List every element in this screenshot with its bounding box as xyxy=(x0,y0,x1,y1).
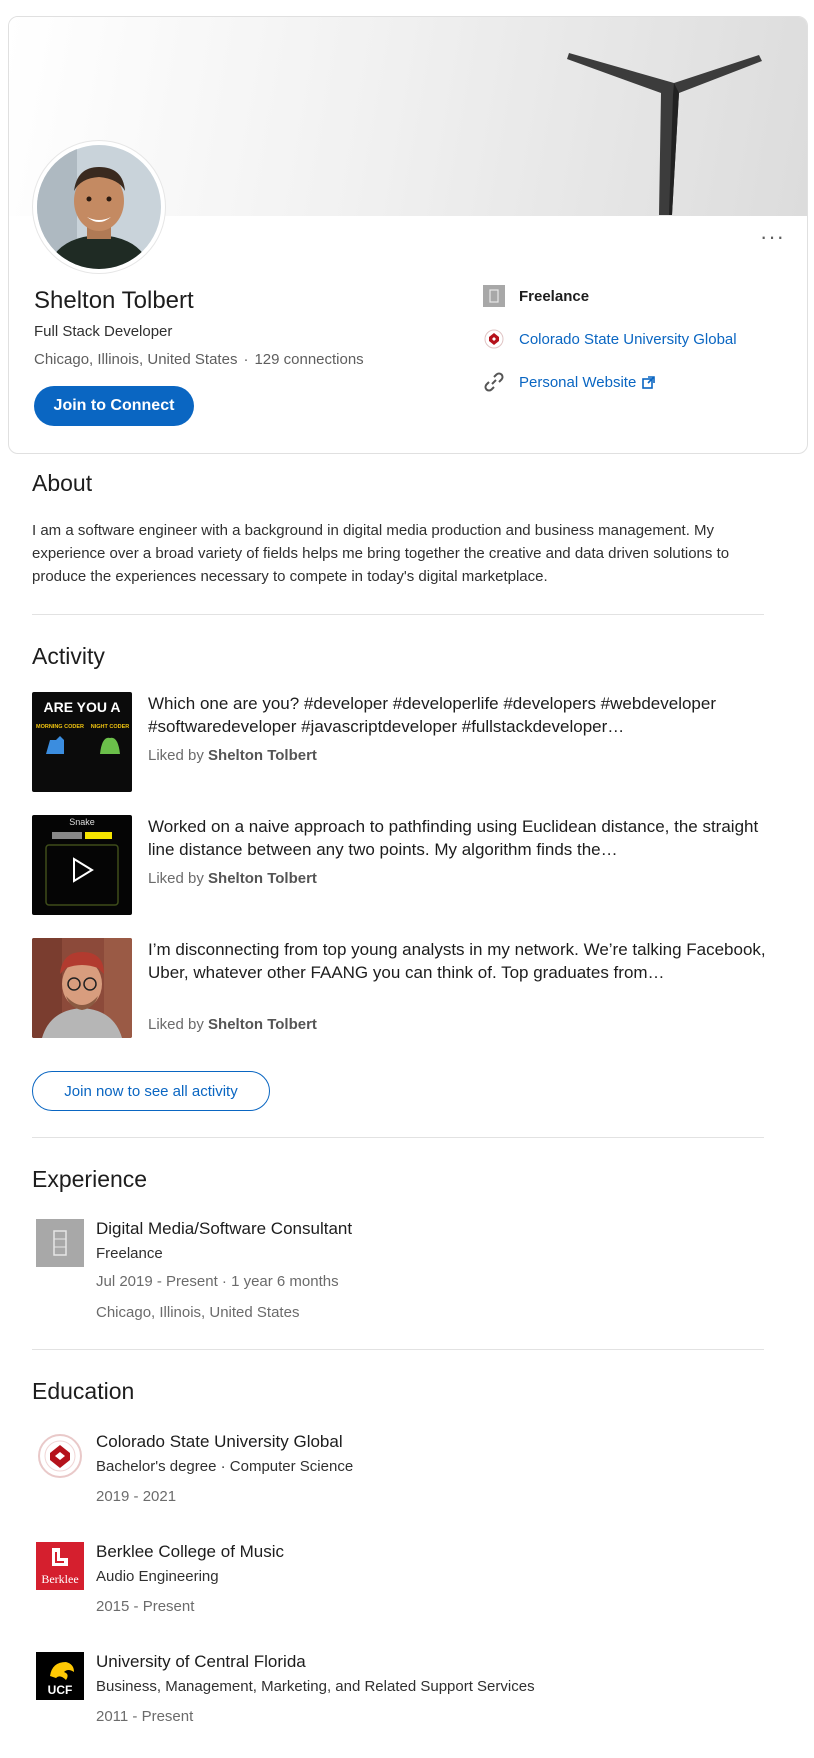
activity-thumbnail: ARE YOU A MORNING CODER NIGHT CODER xyxy=(32,692,132,792)
experience-heading: Experience xyxy=(32,1166,148,1192)
experience-dates: Jul 2019 - Present · 1 year 6 months xyxy=(96,1273,339,1290)
thumbnail-label-left: MORNING CODER xyxy=(36,724,84,730)
education-school[interactable]: Colorado State University Global xyxy=(96,1432,343,1452)
experience-title[interactable]: Digital Media/Software Consultant xyxy=(96,1219,352,1239)
education-school[interactable]: University of Central Florida xyxy=(96,1652,306,1672)
join-to-connect-button[interactable]: Join to Connect xyxy=(34,386,194,426)
current-company: Freelance xyxy=(519,287,590,305)
education-degree: Business, Management, Marketing, and Rel… xyxy=(96,1678,535,1695)
more-options-button[interactable]: ··· xyxy=(760,226,785,248)
separator-dot: · xyxy=(243,351,249,368)
activity-liked-by: Liked by Shelton Tolbert xyxy=(148,747,317,764)
activity-liked-by: Liked by Shelton Tolbert xyxy=(148,870,317,887)
liked-prefix: Liked by xyxy=(148,870,204,887)
profile-location-line: Chicago, Illinois, United States · 129 con… xyxy=(34,351,364,368)
berklee-logo-text: Berklee xyxy=(41,1572,78,1586)
link-icon xyxy=(483,371,505,393)
activity-item[interactable]: Snake Worked on a naive approach to path… xyxy=(32,815,764,915)
ucf-logo-text: UCF xyxy=(48,1683,73,1697)
education-item[interactable]: UCF University of Central Florida Busine… xyxy=(32,1652,764,1732)
liked-by-name: Shelton Tolbert xyxy=(208,870,317,887)
education-degree: Audio Engineering xyxy=(96,1568,219,1585)
liked-by-name: Shelton Tolbert xyxy=(208,1016,317,1033)
activity-title[interactable]: I’m disconnecting from top young analyst… xyxy=(148,938,768,984)
activity-item[interactable]: ARE YOU A MORNING CODER NIGHT CODER Whic… xyxy=(32,692,764,792)
education-item[interactable]: Berklee Berklee College of Music Audio E… xyxy=(32,1542,764,1622)
activity-thumbnail xyxy=(32,938,132,1038)
website-link-row[interactable]: Personal Website xyxy=(483,371,737,393)
current-company-row[interactable]: Freelance xyxy=(483,285,737,307)
education-link[interactable]: Colorado State University Global xyxy=(519,331,737,348)
education-item[interactable]: Colorado State University Global Bachelo… xyxy=(32,1432,764,1512)
about-heading: About xyxy=(32,470,93,496)
education-heading: Education xyxy=(32,1378,135,1404)
experience-company[interactable]: Freelance xyxy=(96,1245,163,1262)
profile-connections: 129 connections xyxy=(254,351,364,368)
profile-avatar[interactable] xyxy=(33,141,165,273)
section-divider xyxy=(32,1349,764,1350)
activity-section: Activity xyxy=(32,643,764,670)
csu-global-logo-icon xyxy=(483,328,505,350)
profile-location: Chicago, Illinois, United States xyxy=(34,351,238,368)
play-icon xyxy=(73,857,94,883)
thumbnail-label-right: NIGHT CODER xyxy=(91,724,130,730)
liked-by-name: Shelton Tolbert xyxy=(208,747,317,764)
activity-heading: Activity xyxy=(32,643,105,669)
activity-item[interactable]: I’m disconnecting from top young analyst… xyxy=(32,938,766,1038)
see-all-activity-button[interactable]: Join now to see all activity xyxy=(32,1071,270,1111)
personal-website-link[interactable]: Personal Website xyxy=(519,374,636,391)
education-school[interactable]: Berklee College of Music xyxy=(96,1542,284,1562)
activity-liked-by: Liked by Shelton Tolbert xyxy=(148,1016,317,1033)
thumbnail-title: ARE YOU A xyxy=(43,699,120,715)
section-divider xyxy=(32,1137,764,1138)
activity-title[interactable]: Which one are you? #developer #developer… xyxy=(148,692,768,738)
berklee-logo-icon: Berklee xyxy=(36,1542,84,1590)
ucf-logo-icon: UCF xyxy=(36,1652,84,1700)
activity-thumbnail: Snake xyxy=(32,815,132,915)
education-link-row[interactable]: Colorado State University Global xyxy=(483,328,737,350)
profile-card: ··· Shelton Tolbert Full Stack Developer… xyxy=(8,16,808,454)
about-section: About I am a software engineer with a ba… xyxy=(32,470,764,588)
education-section: Education xyxy=(32,1378,764,1405)
building-icon xyxy=(36,1219,84,1267)
liked-prefix: Liked by xyxy=(148,1016,204,1033)
experience-section: Experience xyxy=(32,1166,764,1193)
profile-top-card-links: Freelance Colorado State University Glob… xyxy=(483,285,737,414)
building-icon xyxy=(483,285,505,307)
education-dates: 2015 - Present xyxy=(96,1598,195,1615)
profile-name: Shelton Tolbert xyxy=(34,287,194,314)
about-text: I am a software engineer with a backgrou… xyxy=(32,522,730,585)
education-dates: 2019 - 2021 xyxy=(96,1488,177,1505)
activity-title[interactable]: Worked on a naive approach to pathfindin… xyxy=(148,815,768,861)
education-dates: 2011 - Present xyxy=(96,1708,194,1725)
profile-headline: Full Stack Developer xyxy=(34,323,173,340)
thumbnail-title: Snake xyxy=(69,817,95,827)
experience-item[interactable]: Digital Media/Software Consultant Freela… xyxy=(32,1219,764,1329)
section-divider xyxy=(32,614,764,615)
education-degree: Bachelor's degree · Computer Science xyxy=(96,1458,354,1475)
external-link-icon xyxy=(642,375,656,389)
liked-prefix: Liked by xyxy=(148,747,204,764)
experience-location: Chicago, Illinois, United States xyxy=(96,1304,300,1321)
csu-global-logo-icon xyxy=(36,1432,84,1480)
